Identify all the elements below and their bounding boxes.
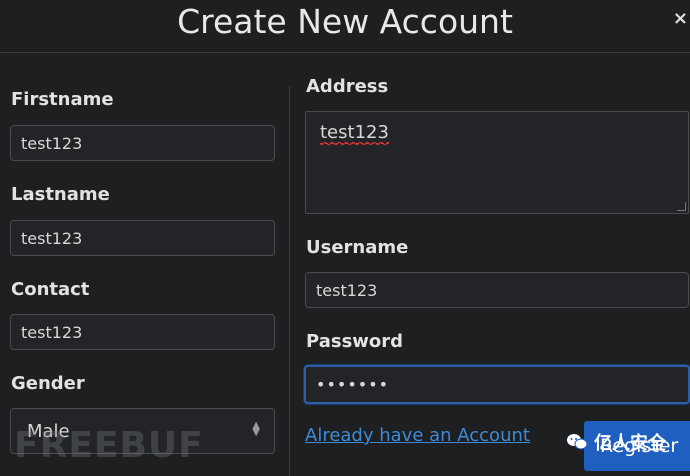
resize-handle-icon[interactable] — [677, 202, 686, 211]
close-icon[interactable]: × — [673, 8, 688, 29]
address-label: Address — [306, 76, 389, 97]
page-title: Create New Account — [177, 2, 513, 41]
password-label: Password — [306, 331, 404, 352]
wechat-icon — [567, 434, 588, 450]
lastname-value: test123 — [21, 228, 83, 248]
lastname-label: Lastname — [11, 184, 110, 205]
contact-field[interactable]: test123 — [10, 314, 275, 350]
already-have-account-link[interactable]: Already have an Account — [305, 425, 530, 446]
yiren-watermark: 亿人安全 — [566, 424, 666, 460]
lastname-field[interactable]: test123 — [10, 220, 275, 256]
firstname-value: test123 — [21, 133, 83, 153]
username-field[interactable]: test123 — [305, 272, 689, 308]
contact-value: test123 — [21, 322, 83, 342]
modal-header: Create New Account × — [0, 0, 690, 53]
address-value: test123 — [320, 122, 389, 144]
yiren-watermark-text: 亿人安全 — [594, 433, 666, 454]
chevron-updown-icon: ▲ ▼ — [252, 420, 260, 438]
address-textarea[interactable]: test123 — [305, 111, 689, 214]
password-value: ••••••• — [316, 375, 390, 394]
username-value: test123 — [316, 280, 378, 300]
contact-label: Contact — [11, 279, 90, 300]
password-field[interactable]: ••••••• — [304, 365, 690, 404]
freebuf-watermark: FREEBUF — [14, 425, 204, 466]
firstname-label: Firstname — [11, 89, 114, 110]
column-divider — [289, 86, 290, 476]
firstname-field[interactable]: test123 — [10, 125, 275, 161]
gender-label: Gender — [11, 373, 85, 394]
username-label: Username — [306, 237, 409, 258]
